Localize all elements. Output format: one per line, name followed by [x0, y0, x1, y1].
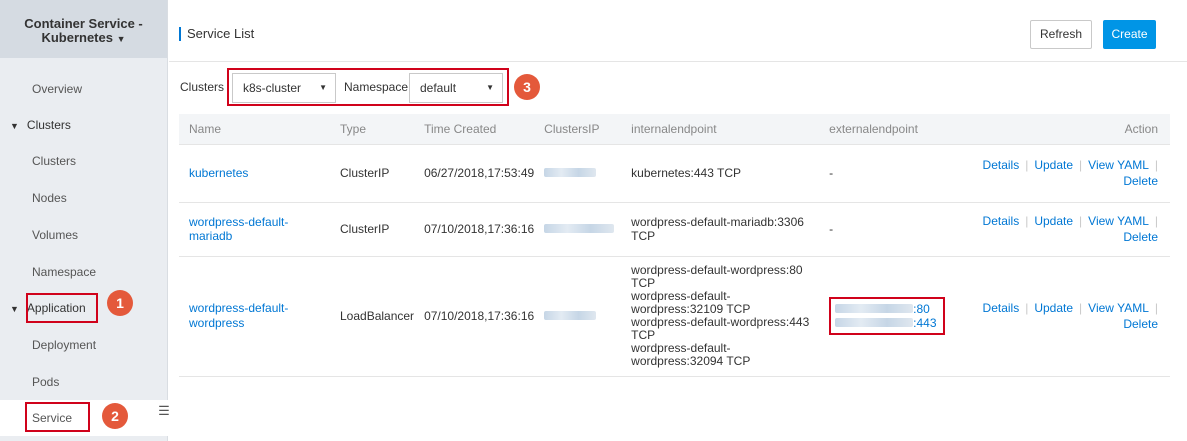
column-header-type: Type — [330, 114, 415, 145]
sidebar-item-clusters[interactable]: Clusters — [0, 143, 168, 179]
service-name-link[interactable]: kubernetes — [189, 166, 248, 180]
step-badge-2: 2 — [102, 403, 128, 429]
step-badge-1: 1 — [107, 290, 133, 316]
caret-down-icon: ▼ — [116, 34, 126, 44]
row-actions: Details | Update | View YAML | Delete — [969, 144, 1170, 203]
external-endpoint-link[interactable]: :80 — [913, 302, 930, 316]
sidebar-item-label: Volumes — [32, 228, 79, 242]
table-row: wordpress-default-wordpress LoadBalancer… — [179, 256, 1170, 377]
cluster-ip-redacted — [544, 224, 615, 233]
sidebar-group-clusters[interactable]: ▼ Clusters — [0, 107, 168, 143]
service-table: Name Type Time Created ClustersIP intern… — [179, 114, 1170, 377]
highlight-box-application — [26, 293, 98, 323]
refresh-button[interactable]: Refresh — [1030, 20, 1092, 49]
delete-link[interactable]: Delete — [1123, 230, 1158, 244]
internal-endpoint: wordpress-default-mariadb:3306 TCP — [621, 202, 820, 257]
header-divider — [169, 61, 1187, 62]
view-yaml-link[interactable]: View YAML — [1088, 214, 1149, 228]
cluster-ip-redacted — [544, 311, 597, 320]
row-actions: Details | Update | View YAML | Delete — [969, 256, 1170, 377]
product-title-line1: Container Service - — [24, 16, 143, 31]
external-endpoint: - — [819, 144, 970, 203]
caret-down-icon: ▼ — [10, 304, 19, 314]
sidebar-item-label: Clusters — [32, 154, 77, 168]
table-header-row: Name Type Time Created ClustersIP intern… — [179, 114, 1170, 145]
time-created: 07/10/2018,17:36:16 — [414, 202, 535, 257]
highlight-box-service — [25, 402, 90, 432]
internal-endpoints: wordpress-default-wordpress:80 TCP wordp… — [621, 256, 820, 377]
internal-endpoint: wordpress-default-wordpress:32109 TCP — [631, 289, 751, 316]
update-link[interactable]: Update — [1034, 214, 1073, 228]
sidebar: Container Service - Kubernetes ▼ Overvie… — [0, 0, 168, 441]
external-endpoints: :80 :443 — [819, 256, 970, 377]
row-actions: Details | Update | View YAML | Delete — [969, 202, 1170, 257]
column-header-action: Action — [969, 114, 1170, 145]
sidebar-item-nodes[interactable]: Nodes — [0, 180, 168, 216]
column-header-time-created: Time Created — [414, 114, 535, 145]
cluster-ip-redacted — [544, 168, 597, 177]
update-link[interactable]: Update — [1034, 301, 1073, 315]
details-link[interactable]: Details — [983, 301, 1020, 315]
service-type: LoadBalancer — [330, 256, 415, 377]
time-created: 07/10/2018,17:36:16 — [414, 256, 535, 377]
sidebar-item-namespace[interactable]: Namespace — [0, 254, 168, 290]
table-row: kubernetes ClusterIP 06/27/2018,17:53:49… — [179, 144, 1170, 203]
service-name-link[interactable]: wordpress-default-mariadb — [189, 215, 288, 243]
external-ip-redacted — [835, 318, 914, 327]
table-row: wordpress-default-mariadb ClusterIP 07/1… — [179, 202, 1170, 257]
column-header-external-endpoint: externalendpoint — [819, 114, 970, 145]
details-link[interactable]: Details — [983, 214, 1020, 228]
time-created: 06/27/2018,17:53:49 — [414, 144, 535, 203]
external-endpoint: - — [819, 202, 970, 257]
column-header-clusters-ip: ClustersIP — [534, 114, 622, 145]
page-title: Service List — [179, 27, 254, 41]
internal-endpoint: wordpress-default-wordpress:443 TCP — [631, 315, 810, 342]
delete-link[interactable]: Delete — [1123, 317, 1158, 331]
internal-endpoint: kubernetes:443 TCP — [621, 144, 820, 203]
view-yaml-link[interactable]: View YAML — [1088, 158, 1149, 172]
sidebar-item-pods[interactable]: Pods — [0, 364, 168, 400]
delete-link[interactable]: Delete — [1123, 174, 1158, 188]
sidebar-item-label: Pods — [32, 375, 60, 389]
sidebar-item-label: Namespace — [32, 265, 97, 279]
sidebar-item-label: Overview — [32, 82, 83, 96]
clusters-filter-label: Clusters — [180, 80, 225, 94]
sidebar-item-overview[interactable]: Overview — [0, 71, 168, 107]
details-link[interactable]: Details — [983, 158, 1020, 172]
internal-endpoint: wordpress-default-wordpress:80 TCP — [631, 263, 803, 290]
view-yaml-link[interactable]: View YAML — [1088, 301, 1149, 315]
sidebar-group-label: Clusters — [26, 118, 71, 132]
caret-down-icon: ▼ — [10, 121, 19, 131]
sidebar-item-label: Nodes — [32, 191, 67, 205]
highlight-box-external-endpoint: :80 :443 — [829, 297, 945, 335]
column-header-internal-endpoint: internalendpoint — [621, 114, 820, 145]
update-link[interactable]: Update — [1034, 158, 1073, 172]
service-type: ClusterIP — [330, 144, 415, 203]
internal-endpoint: wordpress-default-wordpress:32094 TCP — [631, 341, 751, 368]
column-header-name: Name — [179, 114, 330, 145]
sidebar-item-volumes[interactable]: Volumes — [0, 217, 168, 253]
service-type: ClusterIP — [330, 202, 415, 257]
product-switcher[interactable]: Container Service - Kubernetes ▼ — [0, 0, 167, 58]
highlight-box-filters — [227, 68, 509, 106]
external-ip-redacted — [835, 304, 914, 313]
create-button[interactable]: Create — [1103, 20, 1156, 49]
external-endpoint-link[interactable]: :443 — [913, 316, 936, 330]
product-title-line2: Kubernetes — [41, 30, 113, 45]
step-badge-3: 3 — [514, 74, 540, 100]
sidebar-item-deployment[interactable]: Deployment — [0, 327, 168, 363]
main-content: Service List Refresh Create Clusters k8s… — [169, 0, 1187, 441]
service-name-link[interactable]: wordpress-default-wordpress — [189, 301, 330, 331]
sidebar-item-label: Deployment — [32, 338, 97, 352]
